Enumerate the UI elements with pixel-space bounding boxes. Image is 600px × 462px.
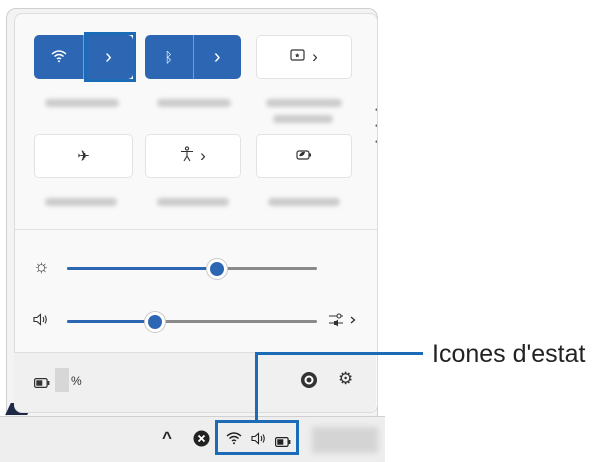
divider: [15, 229, 377, 230]
audio-output-select-button[interactable]: [328, 312, 358, 332]
battery-percent-sign: %: [71, 374, 82, 388]
accessibility-label-blurred: [157, 198, 229, 206]
chevron-right-icon: ›: [200, 146, 206, 165]
brightness-slider-fill: [67, 267, 217, 270]
accessibility-tile[interactable]: ›: [145, 134, 241, 178]
energy-saver-label-blurred: [268, 198, 340, 206]
taskbar: ^: [0, 416, 385, 462]
callout-label: Icones d'estat: [432, 340, 586, 368]
battery-percent-value-blurred: [55, 368, 69, 392]
energy-saver-tile[interactable]: [256, 134, 352, 178]
bluetooth-icon: ᛒ: [164, 49, 173, 65]
callout-line-horizontal: [255, 352, 423, 355]
panel-footer: % ⚙: [14, 352, 376, 412]
chevron-right-icon: ›: [213, 45, 221, 68]
page-dot[interactable]: •: [375, 106, 377, 116]
wifi-toggle[interactable]: [34, 35, 83, 79]
bluetooth-tile[interactable]: ᛒ ›: [145, 35, 241, 79]
airplane-icon: ✈: [77, 148, 90, 165]
battery-icon[interactable]: [34, 375, 50, 393]
callout-line-vertical: [255, 352, 258, 422]
page-dot[interactable]: •: [375, 138, 377, 148]
airplane-mode-tile[interactable]: ✈: [34, 134, 133, 178]
volume-slider-thumb[interactable]: [144, 312, 165, 332]
settings-gear-icon[interactable]: ⚙: [338, 369, 353, 389]
cast-icon: [290, 48, 306, 66]
page-indicator[interactable]: • • • ▼: [375, 106, 377, 163]
status-icons-highlight: [215, 420, 299, 455]
accessibility-icon: [180, 146, 194, 166]
energy-saver-icon: [296, 148, 312, 165]
cast-tile[interactable]: ›: [256, 35, 352, 79]
chevron-up-icon[interactable]: ^: [162, 428, 172, 448]
volume-slider-fill: [67, 320, 155, 323]
speaker-icon[interactable]: [33, 313, 48, 329]
clock-blurred[interactable]: [312, 427, 378, 453]
airplane-label-blurred: [45, 198, 117, 206]
cast-tile-label-line2-blurred: [273, 115, 333, 123]
close-circle-icon[interactable]: [193, 430, 210, 452]
cast-tile-label-blurred: [266, 99, 342, 107]
chevron-right-icon: ›: [312, 47, 318, 66]
wifi-icon: [51, 49, 67, 66]
bluetooth-toggle[interactable]: ᛒ: [145, 35, 193, 79]
brightness-sun-icon: ☼: [33, 256, 50, 276]
wifi-expand-highlight: [84, 32, 136, 82]
bluetooth-expand-button[interactable]: ›: [192, 35, 242, 79]
bluetooth-tile-label-blurred: [157, 99, 231, 107]
account-icon[interactable]: [300, 371, 318, 394]
brightness-slider-thumb[interactable]: [207, 259, 227, 279]
page-down-arrow-icon[interactable]: ▼: [375, 152, 377, 162]
wifi-tile-label-blurred: [45, 99, 119, 107]
page-dot[interactable]: •: [375, 122, 377, 132]
